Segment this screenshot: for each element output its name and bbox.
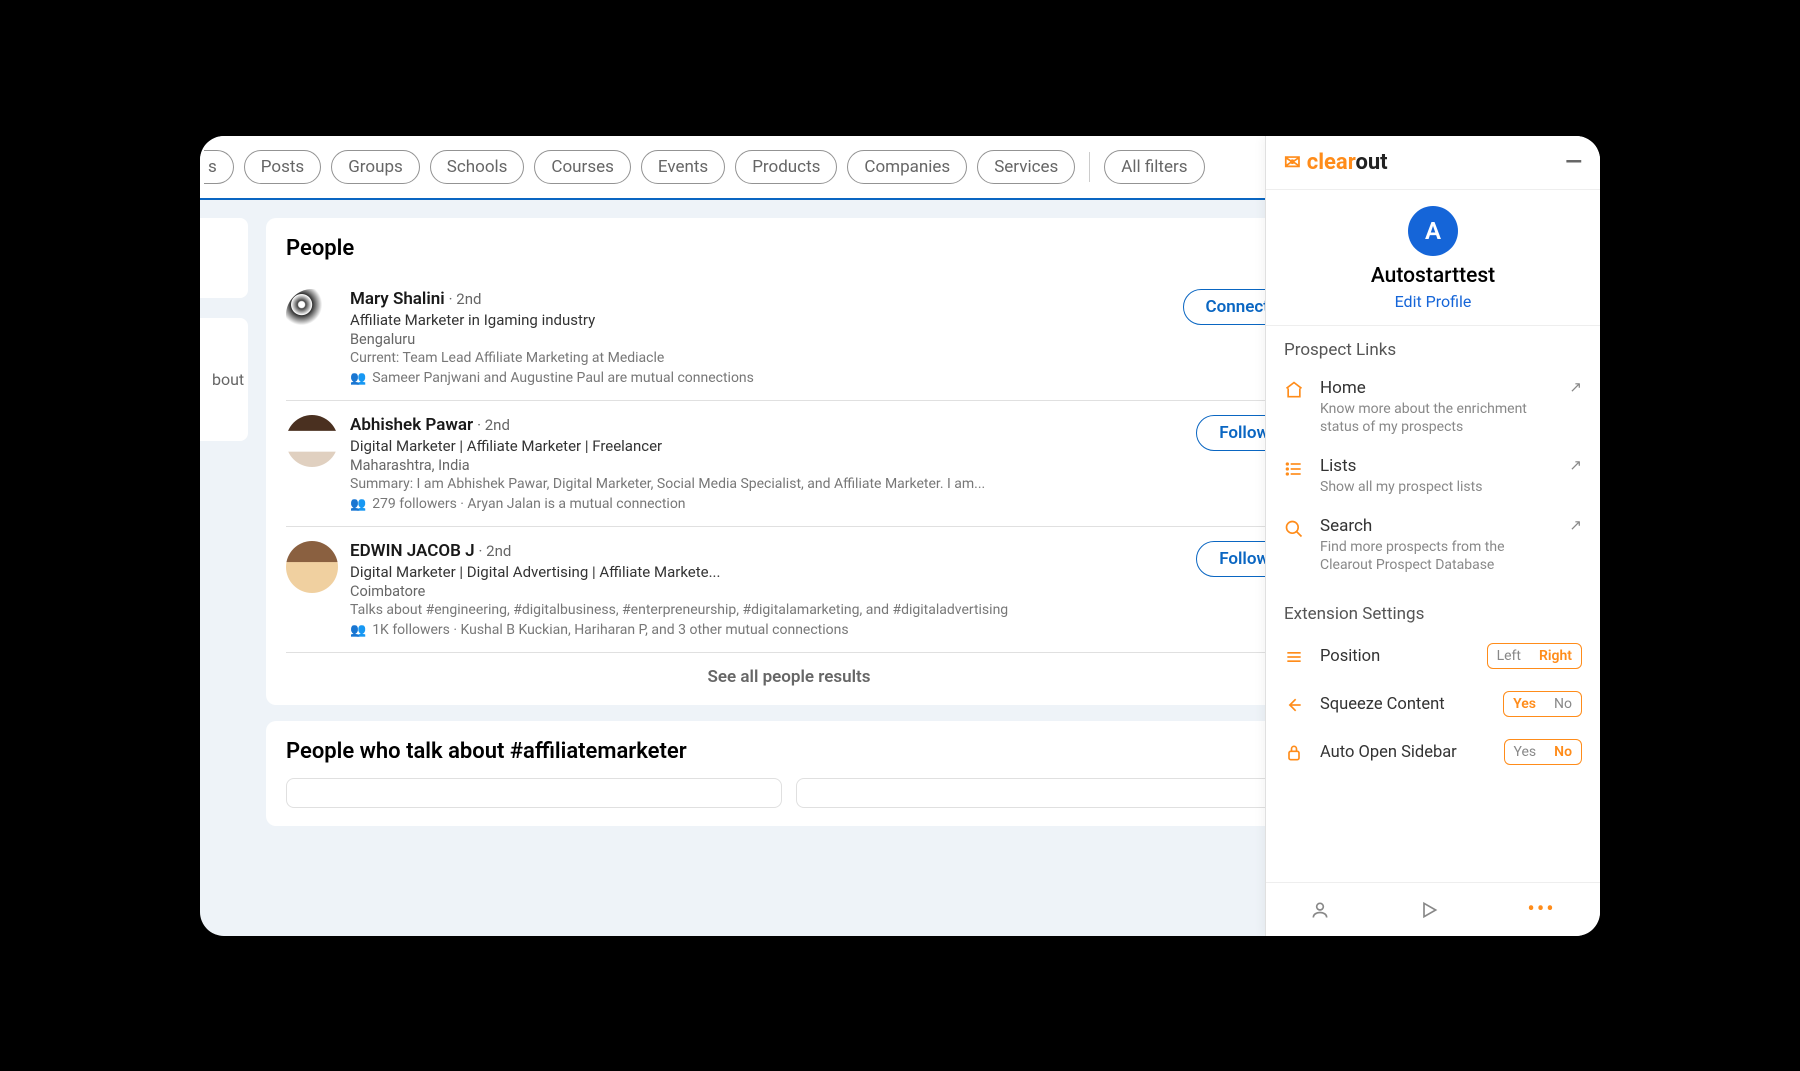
person-meta: Summary: I am Abhishek Pawar, Digital Ma… [350, 476, 1184, 492]
filter-pill-posts[interactable]: Posts [244, 150, 321, 184]
person-headline: Digital Marketer | Affiliate Marketer | … [350, 437, 1184, 455]
person-avatar[interactable] [286, 415, 338, 467]
person-degree: · 2nd [449, 290, 482, 308]
footer-play-icon[interactable] [1419, 897, 1439, 922]
external-link-icon: ↗ [1569, 516, 1582, 574]
person-degree: · 2nd [477, 416, 510, 434]
filter-pill-cut[interactable]: s [204, 150, 234, 184]
people-icon [350, 496, 366, 512]
ext-setting-squeeze-content: Squeeze Content YesNo [1284, 680, 1582, 728]
toggle-option[interactable]: Right [1530, 644, 1581, 668]
people-card: People Mary Shalini · 2nd Affiliate Marke… [266, 218, 1312, 705]
filter-pill-events[interactable]: Events [641, 150, 725, 184]
ext-link-title: Search [1320, 516, 1555, 536]
ext-link-desc: Show all my prospect lists [1320, 478, 1555, 496]
lock-icon [1284, 742, 1306, 763]
person-avatar[interactable] [286, 541, 338, 593]
person-location: Bengaluru [350, 331, 1171, 348]
ext-setting-position: Position LeftRight [1284, 632, 1582, 680]
ext-link-home[interactable]: HomeKnow more about the enrichment statu… [1284, 368, 1582, 446]
toggle-auto-open-sidebar[interactable]: YesNo [1504, 739, 1582, 765]
external-link-icon: ↗ [1569, 378, 1582, 436]
person-mutual: 1K followers · Kushal B Kuckian, Harihar… [350, 622, 1184, 638]
filter-pill-services[interactable]: Services [977, 150, 1075, 184]
person-meta: Talks about #engineering, #digitalbusine… [350, 602, 1184, 618]
person-headline: Affiliate Marketer in Igaming industry [350, 311, 1171, 329]
talk-about-title: People who talk about #affiliatemarketer [286, 739, 1292, 764]
toggle-option[interactable]: Yes [1505, 740, 1546, 764]
toggle-option[interactable]: Yes [1504, 692, 1545, 716]
ext-setting-auto-open-sidebar: Auto Open Sidebar YesNo [1284, 728, 1582, 776]
person-name[interactable]: EDWIN JACOB J [350, 541, 475, 561]
left-stub-text: bout [212, 330, 236, 429]
list-icon [1284, 456, 1306, 496]
ext-link-title: Home [1320, 378, 1555, 398]
divider [1089, 152, 1090, 182]
ext-link-lists[interactable]: Lists Show all my prospect lists ↗ [1284, 446, 1582, 506]
footer-user-icon[interactable] [1310, 897, 1330, 922]
footer-more-icon[interactable]: ••• [1527, 897, 1555, 922]
edit-profile-link[interactable]: Edit Profile [1266, 292, 1600, 311]
minimize-button[interactable]: — [1565, 150, 1582, 175]
arrow-left-icon [1284, 694, 1306, 715]
external-link-icon: ↗ [1569, 456, 1582, 496]
toggle-squeeze-content[interactable]: YesNo [1503, 691, 1582, 717]
person-row: EDWIN JACOB J · 2nd Digital Marketer | Di… [286, 526, 1292, 652]
ext-avatar: A [1408, 206, 1458, 256]
see-all-people-button[interactable]: See all people results [286, 652, 1292, 687]
person-name[interactable]: Mary Shalini [350, 289, 445, 309]
ext-link-title: Lists [1320, 456, 1555, 476]
clearout-extension-panel: ✉ clearout — A Autostarttest Edit Profil… [1265, 136, 1600, 936]
person-location: Coimbatore [350, 583, 1184, 600]
ext-link-desc: Know more about the enrichment status of… [1320, 400, 1555, 436]
filter-pill-companies[interactable]: Companies [847, 150, 967, 184]
ext-username: Autostarttest [1266, 264, 1600, 288]
person-location: Maharashtra, India [350, 457, 1184, 474]
extension-settings-title: Extension Settings [1284, 604, 1582, 624]
home-icon [1284, 378, 1306, 436]
ext-link-search[interactable]: SearchFind more prospects from the Clear… [1284, 506, 1582, 584]
person-name[interactable]: Abhishek Pawar [350, 415, 473, 435]
toggle-position[interactable]: LeftRight [1487, 643, 1582, 669]
person-headline: Digital Marketer | Digital Advertising |… [350, 563, 1184, 581]
toggle-option[interactable]: No [1545, 692, 1581, 716]
filter-pill-schools[interactable]: Schools [430, 150, 525, 184]
toggle-option[interactable]: Left [1488, 644, 1530, 668]
envelope-icon: ✉ [1284, 150, 1301, 174]
toggle-option[interactable]: No [1545, 740, 1581, 764]
person-mutual: 279 followers · Aryan Jalan is a mutual … [350, 496, 1184, 512]
talk-about-card: People who talk about #affiliatemarketer [266, 721, 1312, 826]
prospect-links-title: Prospect Links [1284, 340, 1582, 360]
ext-setting-label: Position [1320, 647, 1473, 666]
person-row: Abhishek Pawar · 2nd Digital Marketer | A… [286, 400, 1292, 526]
person-meta: Current: Team Lead Affiliate Marketing a… [350, 350, 1171, 366]
filter-pill-products[interactable]: Products [735, 150, 837, 184]
ext-setting-label: Auto Open Sidebar [1320, 743, 1490, 762]
people-title: People [286, 236, 1292, 261]
people-icon [350, 622, 366, 638]
filter-pill-groups[interactable]: Groups [331, 150, 420, 184]
search-icon [1284, 516, 1306, 574]
align-icon [1284, 646, 1306, 667]
filter-pill-courses[interactable]: Courses [534, 150, 630, 184]
ext-link-desc: Find more prospects from the Clearout Pr… [1320, 538, 1555, 574]
person-mutual: Sameer Panjwani and Augustine Paul are m… [350, 370, 1171, 386]
all-filters-pill[interactable]: All filters [1104, 150, 1204, 184]
people-icon [350, 370, 366, 386]
clearout-logo: ✉ clearout [1284, 150, 1388, 175]
person-degree: · 2nd [479, 542, 512, 560]
ext-setting-label: Squeeze Content [1320, 695, 1489, 714]
person-avatar[interactable] [286, 289, 338, 341]
person-row: Mary Shalini · 2nd Affiliate Marketer in … [286, 275, 1292, 400]
